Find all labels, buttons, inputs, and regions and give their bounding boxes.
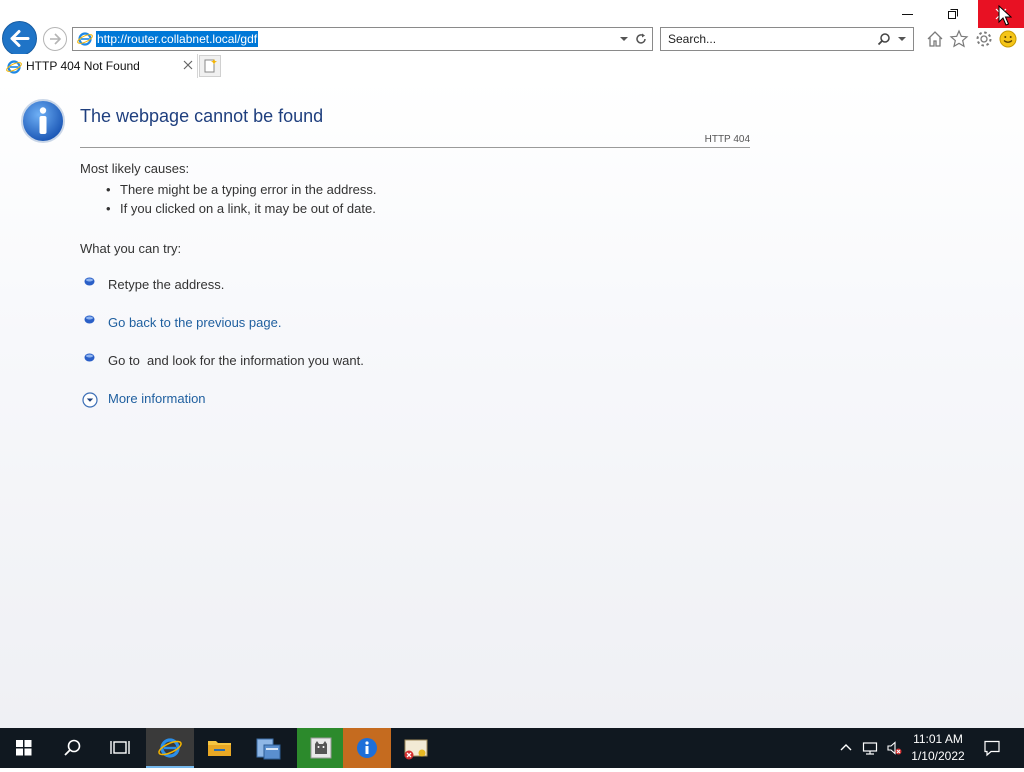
volume-muted-icon[interactable]	[886, 740, 902, 756]
ie-page-icon	[77, 32, 93, 46]
search-dropdown-icon[interactable]	[897, 32, 907, 46]
show-hidden-icons-chevron-icon[interactable]	[838, 740, 854, 756]
blue-bullet-icon	[84, 353, 95, 362]
page-content: The webpage cannot be found HTTP 404 Mos…	[0, 78, 1024, 728]
certificate-error-icon	[404, 739, 428, 760]
ie-tab-icon	[6, 60, 22, 74]
address-bar[interactable]: http://router.collabnet.local/gdf	[72, 27, 653, 51]
search-icon	[64, 739, 81, 756]
refresh-icon[interactable]	[634, 32, 648, 46]
address-dropdown-icon[interactable]	[618, 32, 630, 46]
expand-chevron-icon[interactable]	[82, 392, 98, 408]
page-title: The webpage cannot be found	[80, 106, 324, 126]
clock-date[interactable]: 1/10/2022	[908, 749, 968, 763]
favorites-star-icon[interactable]	[949, 29, 969, 49]
more-information-link[interactable]: More information	[108, 391, 206, 406]
cause-item: • If you clicked on a link, it may be out…	[106, 201, 376, 216]
settings-gear-icon[interactable]	[974, 29, 994, 49]
minimize-button[interactable]	[884, 0, 930, 28]
windows-logo-icon	[16, 740, 32, 756]
restore-icon	[948, 9, 958, 19]
back-arrow-icon	[10, 30, 30, 47]
try-heading: What you can try:	[80, 241, 182, 256]
search-icon[interactable]	[877, 32, 891, 46]
taskbar-app-green[interactable]	[297, 728, 345, 768]
restore-button[interactable]	[930, 0, 976, 28]
causes-heading: Most likely causes:	[80, 161, 190, 176]
task-view-icon	[110, 741, 130, 754]
taskbar-search-button[interactable]	[48, 728, 96, 768]
cat-app-icon	[310, 737, 332, 759]
clock-time[interactable]: 11:01 AM	[908, 732, 968, 746]
info-icon	[21, 99, 65, 143]
info-app-icon	[357, 738, 377, 758]
taskbar: 11:01 AM 1/10/2022	[0, 728, 1024, 768]
navigation-bar: http://router.collabnet.local/gdf Search…	[0, 0, 1024, 56]
folder-icon	[208, 741, 231, 756]
address-url[interactable]: http://router.collabnet.local/gdf	[96, 31, 259, 47]
forward-button[interactable]	[43, 27, 67, 51]
tab-close-icon[interactable]	[182, 58, 194, 72]
tab-title: HTTP 404 Not Found	[26, 59, 140, 73]
home-icon[interactable]	[925, 29, 945, 49]
taskbar-app-certificate[interactable]	[392, 728, 440, 768]
tab-active[interactable]: HTTP 404 Not Found	[0, 54, 198, 78]
try-go-to: Go to and look for the information you w…	[108, 353, 364, 368]
cause-text: There might be a typing error in the add…	[120, 182, 377, 197]
blue-bullet-icon	[84, 315, 95, 324]
mouse-cursor-icon	[998, 5, 1012, 26]
title-divider	[80, 147, 750, 148]
network-icon[interactable]	[862, 740, 878, 756]
search-input[interactable]: Search...	[668, 32, 716, 46]
back-button[interactable]	[2, 21, 37, 56]
internet-explorer-icon	[158, 738, 182, 758]
blue-bullet-icon	[84, 277, 95, 286]
new-tab-icon	[204, 59, 217, 73]
action-center-icon[interactable]	[983, 739, 1001, 757]
taskbar-app-info[interactable]	[343, 728, 391, 768]
start-button[interactable]	[0, 728, 48, 768]
task-view-button[interactable]	[96, 728, 144, 768]
cause-item: • There might be a typing error in the ad…	[106, 182, 377, 197]
cause-text: If you clicked on a link, it may be out …	[120, 201, 376, 216]
taskbar-ie-app[interactable]	[146, 728, 194, 768]
smiley-feedback-icon[interactable]	[998, 29, 1018, 49]
go-back-link[interactable]: Go back to the previous page.	[108, 315, 281, 330]
taskbar-file-explorer[interactable]	[196, 728, 244, 768]
minimize-icon	[902, 14, 913, 15]
server-manager-icon	[256, 738, 281, 760]
taskbar-server-manager[interactable]	[244, 728, 292, 768]
ie-window: http://router.collabnet.local/gdf Search…	[0, 0, 1024, 728]
tab-strip: HTTP 404 Not Found	[0, 54, 1024, 78]
new-tab-button[interactable]	[199, 55, 221, 77]
forward-arrow-icon	[50, 33, 62, 45]
search-box[interactable]: Search...	[660, 27, 914, 51]
try-retype: Retype the address.	[108, 277, 225, 292]
http-status-code: HTTP 404	[704, 134, 750, 145]
